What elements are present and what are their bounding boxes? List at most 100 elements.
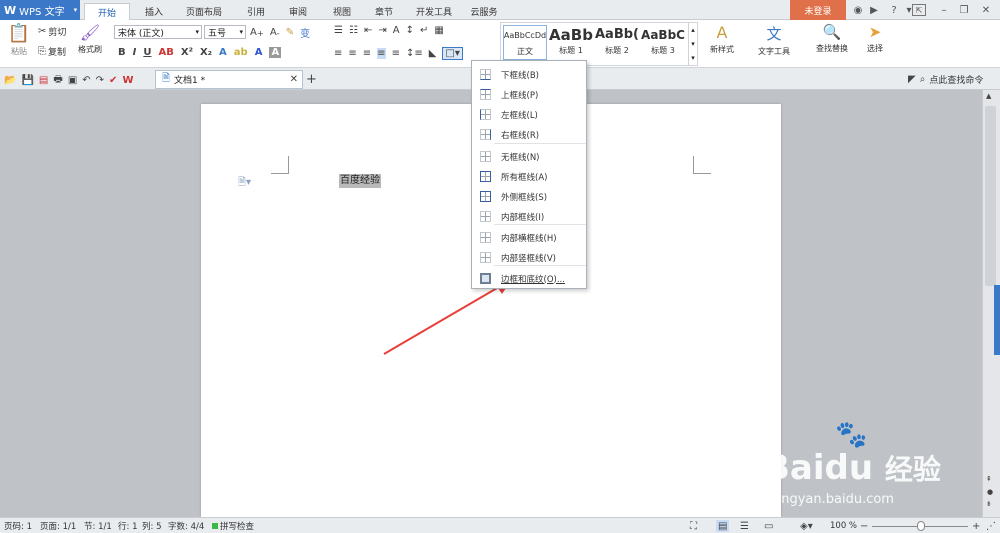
- fullscreen-icon[interactable]: ⇱: [912, 4, 926, 16]
- spell-check-button[interactable]: 拼写检查: [212, 520, 254, 532]
- tab-cloud[interactable]: 云服务: [462, 3, 506, 20]
- subscript-icon[interactable]: X₂: [200, 47, 212, 58]
- minimize-icon[interactable]: –: [938, 4, 950, 16]
- outdent-icon[interactable]: ⇤: [364, 25, 372, 36]
- sort-icon[interactable]: ↕: [406, 25, 414, 36]
- menu-item-outside-borders[interactable]: 外侧框线(S): [473, 187, 586, 206]
- selected-document-text[interactable]: 百度经验: [339, 174, 381, 188]
- style-normal[interactable]: AaBbCcDd 正文: [503, 25, 547, 60]
- menu-item-inside-horizontal-border[interactable]: 内部横框线(H): [473, 228, 586, 247]
- print-preview-icon[interactable]: ▣: [68, 75, 77, 86]
- table-border-icon[interactable]: ▦: [434, 25, 443, 36]
- underline-icon[interactable]: U: [143, 47, 151, 58]
- restore-icon[interactable]: ❐: [958, 4, 970, 16]
- fullscreen-view-icon[interactable]: ⛶: [690, 520, 697, 532]
- font-color-icon[interactable]: A: [255, 47, 263, 58]
- cut-button[interactable]: ✂ 剪切: [38, 25, 66, 38]
- skin-icon[interactable]: ◉: [852, 4, 864, 16]
- tab-insert[interactable]: 插入: [134, 3, 174, 20]
- help-icon[interactable]: ?: [888, 4, 900, 16]
- align-right-icon[interactable]: ≡: [363, 48, 371, 59]
- shrink-font-icon[interactable]: A-: [270, 27, 280, 38]
- tab-chapter[interactable]: 章节: [364, 3, 404, 20]
- page-view-icon[interactable]: ▤: [716, 520, 730, 532]
- align-center-icon[interactable]: ≡: [348, 48, 356, 59]
- text-effect-icon[interactable]: A: [219, 47, 227, 58]
- zoom-in-icon[interactable]: +: [972, 520, 980, 532]
- border-dropdown-icon[interactable]: □▾: [442, 47, 463, 60]
- new-style-button[interactable]: A 新样式: [703, 23, 741, 63]
- undo-icon[interactable]: ↶: [82, 75, 90, 86]
- paragraph-layout-icon[interactable]: 🗎▾: [238, 175, 251, 192]
- pin-icon[interactable]: ◤: [908, 74, 916, 85]
- find-replace-button[interactable]: 🔍 查找替换: [808, 23, 856, 63]
- tab-view[interactable]: 视图: [322, 3, 362, 20]
- save-icon[interactable]: 💾: [21, 75, 33, 86]
- menu-item-all-borders[interactable]: 所有框线(A): [473, 167, 586, 186]
- resize-grip-icon[interactable]: ⋰: [986, 520, 996, 532]
- share-icon[interactable]: ▶: [868, 4, 880, 16]
- zoom-slider-handle[interactable]: [917, 521, 925, 531]
- zoom-out-icon[interactable]: −: [860, 520, 868, 532]
- menu-item-borders-and-shading[interactable]: 边框和底纹(O)...: [473, 269, 586, 288]
- export-pdf-icon[interactable]: ▤: [39, 75, 48, 86]
- chinese-layout-icon[interactable]: A: [393, 25, 400, 36]
- wps-logo-icon[interactable]: W: [122, 75, 133, 86]
- side-panel-toggle[interactable]: [994, 285, 1000, 355]
- scroll-up-icon[interactable]: ▲: [986, 92, 991, 100]
- style-gallery-scroll[interactable]: ▴ ▾ ▾: [688, 23, 697, 65]
- tab-review[interactable]: 审阅: [278, 3, 318, 20]
- select-button[interactable]: ➤ 选择: [860, 23, 890, 63]
- paste-button[interactable]: 📋 粘贴: [6, 23, 32, 63]
- close-tab-icon[interactable]: ✕: [290, 74, 298, 85]
- font-name-select[interactable]: 宋体 (正文) ▾: [114, 25, 202, 39]
- tab-home[interactable]: 开始: [84, 3, 130, 20]
- close-icon[interactable]: ✕: [980, 4, 992, 16]
- style-heading-2[interactable]: AaBb( 标题 2: [595, 25, 639, 60]
- document-tab[interactable]: 🗎 文档1 * ✕: [155, 70, 303, 89]
- shading-icon[interactable]: ◣: [429, 48, 437, 59]
- copy-button[interactable]: ⎘ 复制: [38, 45, 66, 58]
- char-shading-icon[interactable]: A: [269, 47, 282, 58]
- italic-icon[interactable]: I: [133, 47, 137, 58]
- web-view-icon[interactable]: ▭: [764, 520, 773, 532]
- superscript-icon[interactable]: X²: [181, 47, 193, 58]
- customize-icon[interactable]: ✔: [109, 75, 117, 86]
- menu-item-bottom-border[interactable]: 下框线(B): [473, 65, 586, 84]
- menu-item-left-border[interactable]: 左框线(L): [473, 105, 586, 124]
- numbering-icon[interactable]: ☷: [349, 25, 358, 36]
- font-size-select[interactable]: 五号 ▾: [204, 25, 246, 39]
- open-icon[interactable]: 📂: [4, 75, 16, 86]
- align-left-icon[interactable]: ≡: [334, 48, 342, 59]
- line-spacing-icon[interactable]: ↕≡: [406, 48, 423, 59]
- tab-references[interactable]: 引用: [236, 3, 276, 20]
- scrollbar-thumb[interactable]: [985, 106, 996, 286]
- zoom-level[interactable]: 100 %: [830, 520, 857, 532]
- menu-item-top-border[interactable]: 上框线(P): [473, 85, 586, 104]
- style-heading-3[interactable]: AaBbC 标题 3: [641, 25, 685, 60]
- bullets-icon[interactable]: ☰: [334, 25, 343, 36]
- tab-page-layout[interactable]: 页面布局: [176, 3, 232, 20]
- search-command-hint[interactable]: 点此查找命令: [929, 73, 983, 86]
- status-words[interactable]: 字数: 4/4: [168, 520, 204, 532]
- redo-icon[interactable]: ↷: [96, 75, 104, 86]
- menu-item-no-border[interactable]: 无框线(N): [473, 147, 586, 166]
- outline-view-icon[interactable]: ☰: [740, 520, 749, 532]
- justify-icon[interactable]: ≡: [377, 48, 386, 59]
- tab-developer[interactable]: 开发工具: [408, 3, 460, 20]
- eye-protect-icon[interactable]: ◈▾: [800, 520, 813, 532]
- app-menu-button[interactable]: W WPS 文字 ▾: [0, 0, 80, 20]
- show-marks-icon[interactable]: ↵: [420, 25, 428, 36]
- highlight-icon[interactable]: ab: [234, 47, 248, 58]
- bold-icon[interactable]: B: [118, 47, 126, 58]
- style-heading-1[interactable]: AaBb 标题 1: [549, 25, 593, 60]
- format-painter-button[interactable]: 🖌 格式刷: [76, 23, 104, 63]
- indent-icon[interactable]: ⇥: [378, 25, 386, 36]
- text-tools-button[interactable]: 文 文字工具: [752, 23, 796, 63]
- distribute-icon[interactable]: ≡: [392, 48, 400, 59]
- new-tab-icon[interactable]: +: [306, 72, 317, 87]
- grow-font-icon[interactable]: A +: [250, 27, 264, 38]
- clear-format-icon[interactable]: ✎: [286, 27, 294, 38]
- menu-item-right-border[interactable]: 右框线(R): [473, 125, 586, 144]
- login-button[interactable]: 未登录: [790, 0, 846, 20]
